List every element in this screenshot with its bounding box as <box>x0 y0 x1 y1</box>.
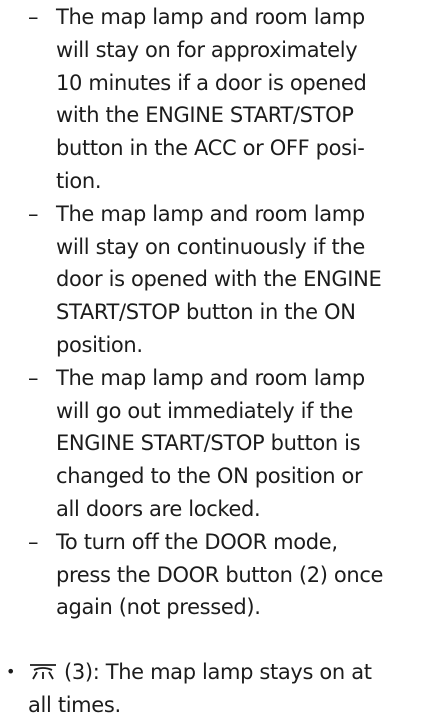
bullet-marker: • <box>6 662 16 681</box>
note-line: START/STOP button in the ON <box>56 300 356 325</box>
dash-marker: – <box>28 5 39 29</box>
note-acc-off: – The map lamp and room lamp will stay o… <box>28 1 420 198</box>
note-line: 10 minutes if a door is opened <box>56 70 367 95</box>
note-line: will go out immediately if the <box>56 398 353 423</box>
note-line: all doors are locked. <box>56 496 261 521</box>
door-mode-notes: – The map lamp and room lamp will stay o… <box>28 1 420 624</box>
note-line: with the ENGINE START/STOP <box>56 103 354 128</box>
note-line: tion. <box>56 168 102 193</box>
note-line: position. <box>56 332 143 357</box>
note-line: will stay on for approximately <box>56 37 358 62</box>
note-line: will stay on continuously if the <box>56 234 365 259</box>
bullet-line: (3): The map lamp stays on at <box>28 656 420 689</box>
note-line: The map lamp and room lamp <box>56 201 365 226</box>
bullet-text: (3): The map lamp stays on at <box>64 660 372 684</box>
manual-page: – The map lamp and room lamp will stay o… <box>0 0 427 723</box>
map-lamp-icon <box>28 657 58 680</box>
note-line: ENGINE START/STOP button is <box>56 431 361 456</box>
note-line: The map lamp and room lamp <box>56 365 365 390</box>
dash-marker: – <box>28 529 39 554</box>
note-line: button in the ACC or OFF posi- <box>56 136 365 161</box>
note-line: The map lamp and room lamp <box>56 5 365 29</box>
note-line: door is opened with the ENGINE <box>56 267 382 292</box>
note-turn-off: – To turn off the DOOR mode, press the D… <box>28 526 420 624</box>
dash-marker: – <box>28 201 39 226</box>
note-on-position: – The map lamp and room lamp will stay o… <box>28 198 420 362</box>
note-line: To turn off the DOOR mode, <box>56 529 338 554</box>
note-go-out: – The map lamp and room lamp will go out… <box>28 362 420 526</box>
note-line: again (not pressed). <box>56 595 261 620</box>
note-line: changed to the ON position or <box>56 464 363 489</box>
bullet-line: all times. <box>28 692 121 717</box>
map-lamp-bullet: • (3): The map lamp stays on at all time… <box>0 656 420 722</box>
note-line: press the DOOR button (2) once <box>56 562 384 587</box>
dash-marker: – <box>28 365 39 390</box>
